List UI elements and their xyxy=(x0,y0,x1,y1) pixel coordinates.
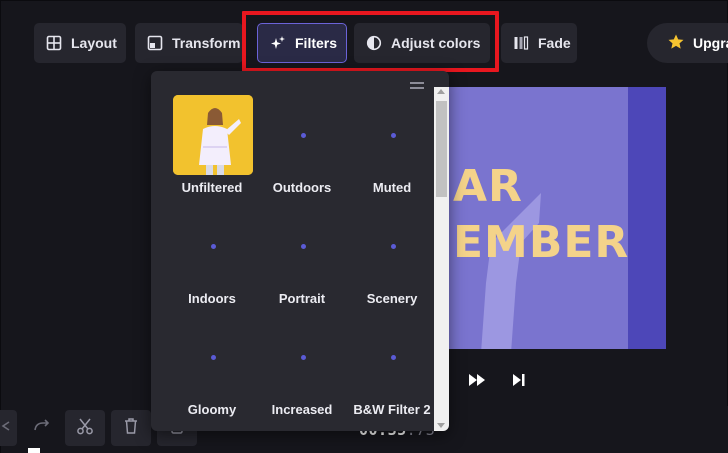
filter-option[interactable]: Increased xyxy=(257,317,347,425)
undo-icon xyxy=(0,419,10,438)
trash-icon xyxy=(123,417,139,440)
scroll-down-arrow-icon[interactable] xyxy=(437,423,445,428)
scissors-icon xyxy=(76,417,94,440)
redo-icon xyxy=(33,418,51,438)
filter-thumbnail xyxy=(173,317,253,397)
transform-button[interactable]: Transform xyxy=(135,23,243,63)
filter-thumbnail xyxy=(263,206,343,286)
player-controls xyxy=(467,370,529,390)
filter-option[interactable]: Muted xyxy=(347,95,437,203)
filter-option[interactable]: Scenery xyxy=(347,206,437,314)
delete-button[interactable] xyxy=(111,410,151,446)
filter-option[interactable]: Unfiltered xyxy=(167,95,257,203)
filter-thumbnail xyxy=(263,95,343,175)
filter-thumbnail xyxy=(353,95,433,175)
panel-drag-handle-icon[interactable] xyxy=(410,82,424,89)
filters-panel: Unfiltered Outdoors Muted Indoors Portra… xyxy=(151,71,449,431)
filter-label: Increased xyxy=(271,402,333,417)
loading-dot-icon xyxy=(300,243,306,249)
layout-button[interactable]: Layout xyxy=(34,23,126,63)
layout-label: Layout xyxy=(71,35,117,51)
video-preview[interactable]: AR EMBER xyxy=(449,87,666,349)
filter-label: Scenery xyxy=(366,291,418,306)
filter-thumbnail xyxy=(173,206,253,286)
fade-icon xyxy=(513,35,529,51)
loading-dot-icon xyxy=(210,354,216,360)
preview-title-line-2: EMBER xyxy=(453,217,630,268)
filter-thumbnail xyxy=(353,317,433,397)
filter-label: Portrait xyxy=(278,291,326,306)
scroll-up-arrow-icon[interactable] xyxy=(437,89,445,94)
fast-forward-icon[interactable] xyxy=(467,370,487,390)
filter-option[interactable]: Gloomy xyxy=(167,317,257,425)
loading-dot-icon xyxy=(390,354,396,360)
filter-option[interactable]: B&W Filter 2 xyxy=(347,317,437,425)
filter-thumbnail xyxy=(353,206,433,286)
filter-option[interactable]: Portrait xyxy=(257,206,347,314)
loading-dot-icon xyxy=(390,132,396,138)
filter-label: B&W Filter 2 xyxy=(353,402,431,417)
filter-thumbnail xyxy=(173,95,253,175)
highlight-annotation xyxy=(242,11,499,72)
filter-option[interactable]: Outdoors xyxy=(257,95,347,203)
filter-option[interactable]: Indoors xyxy=(167,206,257,314)
filter-thumbnail xyxy=(263,317,343,397)
transform-icon xyxy=(147,35,163,51)
redo-button[interactable] xyxy=(21,410,63,446)
loading-dot-icon xyxy=(300,132,306,138)
scroll-thumb[interactable] xyxy=(436,101,447,197)
layout-icon xyxy=(46,35,62,51)
loading-dot-icon xyxy=(210,243,216,249)
transform-label: Transform xyxy=(172,35,241,51)
fade-button[interactable]: Fade xyxy=(501,23,577,63)
editor-window: Layout Transform Filters Adjust colors F xyxy=(0,0,728,453)
filter-label: Indoors xyxy=(188,291,236,306)
fade-label: Fade xyxy=(538,35,571,51)
upgrade-label: Upgrade xyxy=(693,35,728,51)
preview-title-line-1: AR xyxy=(453,161,523,212)
preview-side-band xyxy=(628,87,666,349)
skip-to-end-icon[interactable] xyxy=(509,370,529,390)
woman-photo-thumbnail-icon xyxy=(173,95,253,175)
upgrade-button[interactable]: Upgrade xyxy=(647,23,728,63)
playhead-marker[interactable] xyxy=(28,448,40,453)
split-button[interactable] xyxy=(65,410,105,446)
loading-dot-icon xyxy=(300,354,306,360)
undo-button[interactable] xyxy=(0,410,17,446)
loading-dot-icon xyxy=(390,243,396,249)
filter-label: Unfiltered xyxy=(181,180,243,195)
filter-label: Muted xyxy=(372,180,412,195)
filter-label: Gloomy xyxy=(187,402,237,417)
panel-scrollbar[interactable] xyxy=(434,87,449,431)
star-icon xyxy=(667,33,685,54)
filter-label: Outdoors xyxy=(272,180,332,195)
